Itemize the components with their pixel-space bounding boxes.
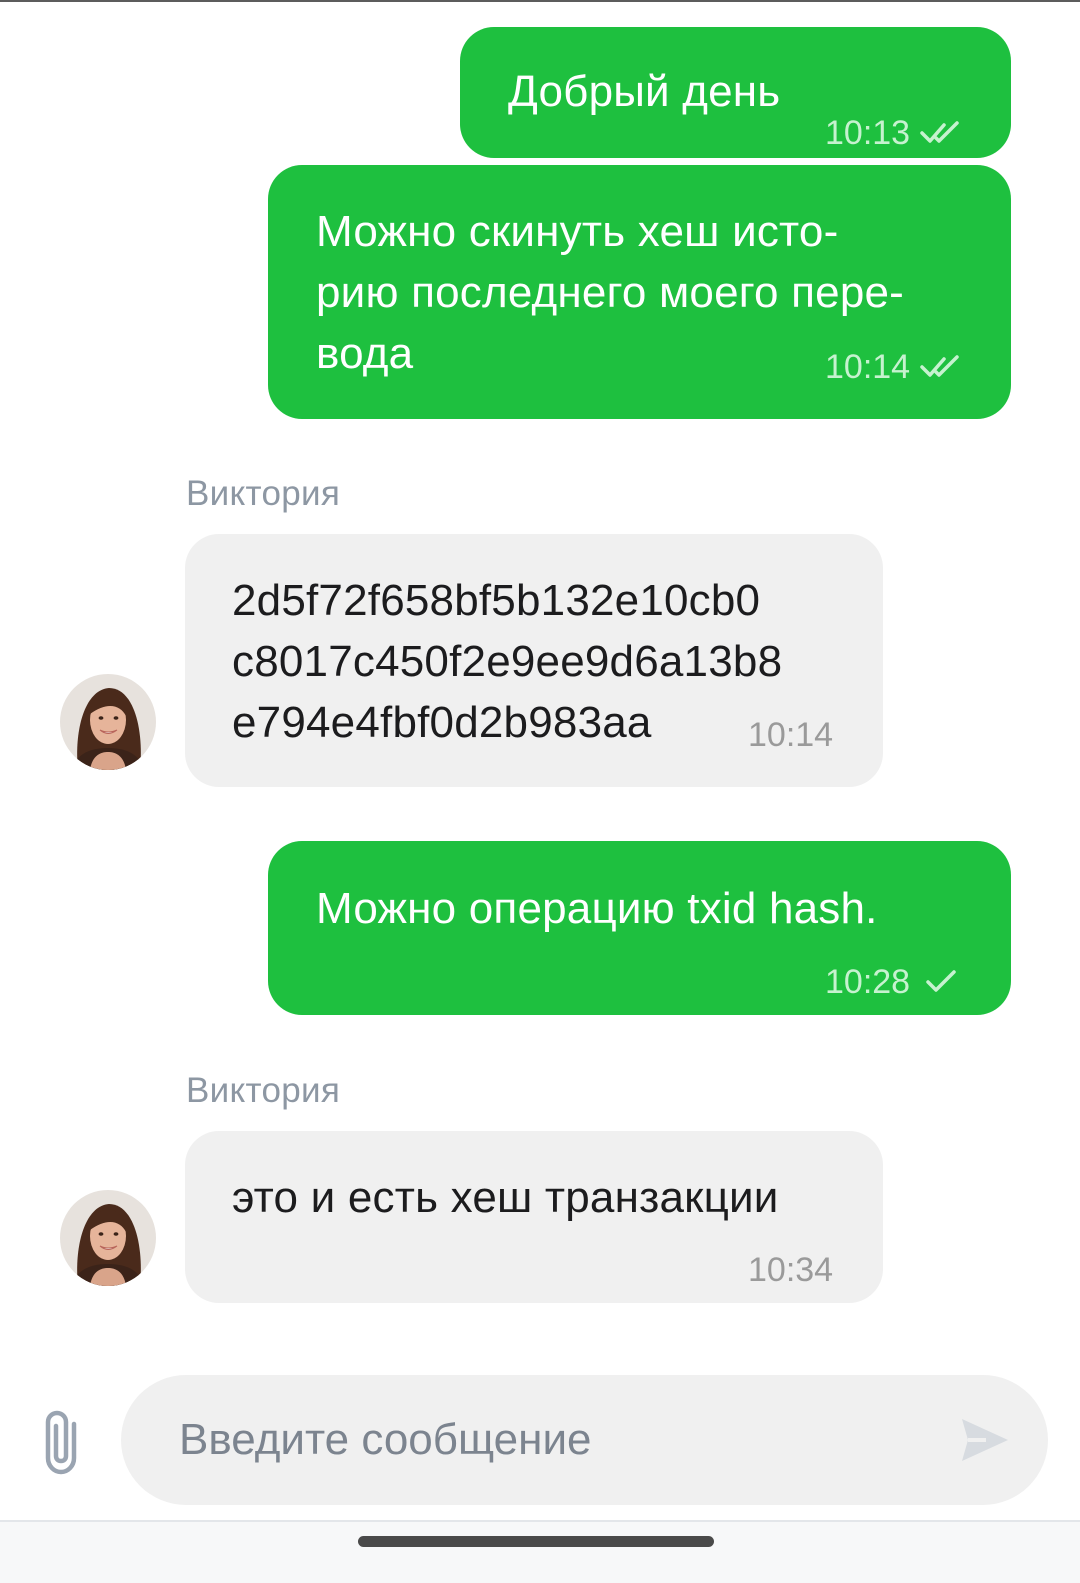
- message-text-line: рию последнего моего пере-: [316, 268, 905, 317]
- message-text: Добрый день: [508, 67, 781, 116]
- message-text-line: Можно скинуть хеш исто-: [316, 207, 839, 256]
- message-time: 10:13: [825, 114, 911, 152]
- avatar[interactable]: [60, 674, 156, 770]
- message-time: 10:28: [825, 963, 911, 1001]
- avatar-photo: [60, 1190, 156, 1286]
- send-icon[interactable]: [958, 1415, 1012, 1465]
- message-meta: 10:34: [748, 1250, 833, 1290]
- system-navigation-bar: [0, 1520, 1080, 1583]
- sender-name: Виктория: [186, 474, 341, 513]
- avatar[interactable]: [60, 1190, 156, 1286]
- message-text: Можно операцию txid hash.: [316, 884, 878, 933]
- double-check-icon: [920, 355, 959, 377]
- message-bubble-outgoing[interactable]: Можно операцию txid hash. 10:28: [268, 841, 1011, 1015]
- message-time: 10:34: [748, 1251, 834, 1289]
- message-input[interactable]: [179, 1375, 939, 1505]
- message-meta: 10:14: [825, 347, 962, 387]
- message-time: 10:14: [825, 348, 911, 386]
- home-indicator[interactable]: [358, 1536, 714, 1547]
- sender-name: Виктория: [186, 1071, 341, 1110]
- check-icon: [926, 970, 956, 992]
- message-bubble-outgoing[interactable]: Добрый день 10:13: [460, 27, 1011, 158]
- message-meta: 10:14: [748, 715, 833, 755]
- avatar-photo: [60, 674, 156, 770]
- message-text: это и есть хеш транзакции: [232, 1173, 779, 1222]
- message-text-line: вода: [316, 329, 414, 378]
- message-text-line: e794e4fbf0d2b983aa: [232, 698, 652, 747]
- paperclip-icon[interactable]: [40, 1408, 90, 1478]
- status-divider: [0, 0, 1080, 2]
- message-meta: 10:13: [825, 113, 962, 153]
- message-text-line: 2d5f72f658bf5b132e10cb0: [232, 576, 761, 625]
- message-bubble-incoming[interactable]: 2d5f72f658bf5b132e10cb0 c8017c450f2e9ee9…: [185, 534, 883, 787]
- message-meta: 10:28: [825, 962, 962, 1002]
- double-check-icon: [920, 121, 959, 143]
- message-bubble-outgoing[interactable]: Можно скинуть хеш исто- рию последнего м…: [268, 165, 1011, 419]
- message-text-line: c8017c450f2e9ee9d6a13b8: [232, 637, 783, 686]
- message-time: 10:14: [748, 716, 834, 754]
- message-bubble-incoming[interactable]: это и есть хеш транзакции 10:34: [185, 1131, 883, 1303]
- message-composer[interactable]: [121, 1375, 1048, 1505]
